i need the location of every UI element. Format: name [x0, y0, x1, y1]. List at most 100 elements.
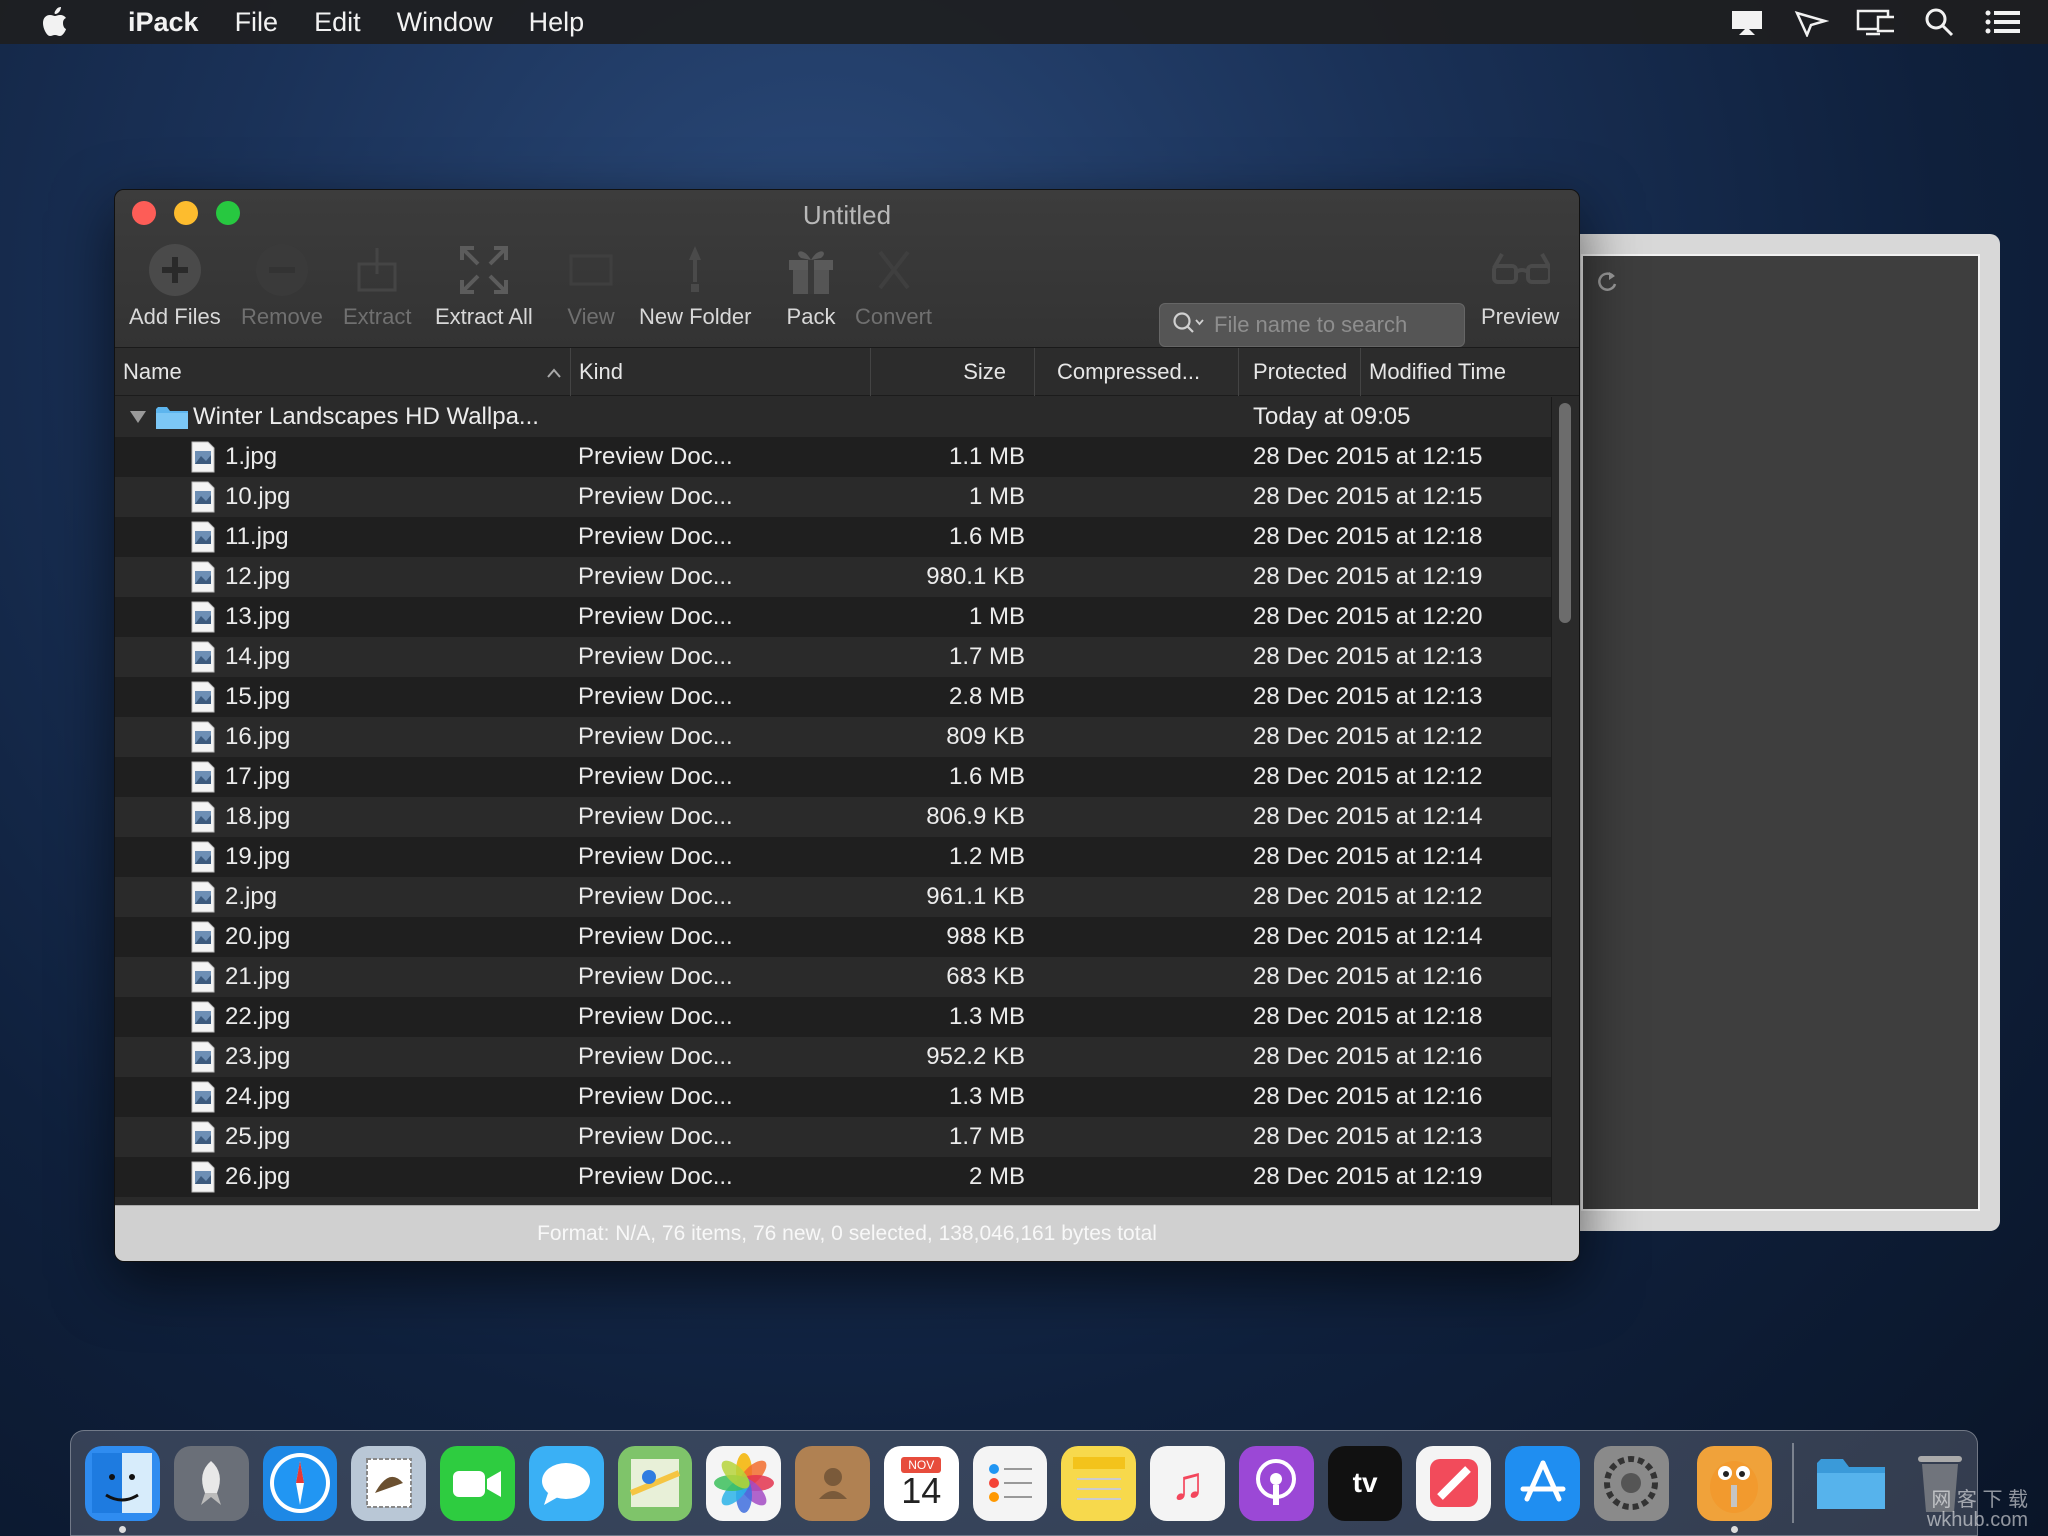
image-file-icon	[190, 637, 216, 677]
menu-app-name[interactable]: iPack	[110, 7, 217, 38]
finder-icon[interactable]	[85, 1445, 160, 1533]
extract-button[interactable]: Extract	[343, 242, 411, 330]
notification-center-icon[interactable]	[1984, 7, 2022, 37]
file-row[interactable]: 10.jpg Preview Doc... 1 MB 28 Dec 2015 at 1…	[115, 477, 1551, 517]
file-name: 11.jpg	[225, 523, 289, 550]
downloads-folder-icon[interactable]	[1814, 1446, 1889, 1521]
photos-icon[interactable]	[706, 1445, 782, 1521]
file-modified: 28 Dec 2015 at 12:15	[1253, 483, 1483, 510]
folder-row[interactable]: Winter Landscapes HD Wallpa... Today at …	[115, 397, 1551, 437]
safari-icon[interactable]	[262, 1445, 338, 1521]
add-files-button[interactable]: Add Files	[129, 242, 221, 330]
pack-button[interactable]: Pack	[781, 242, 841, 330]
tv-label: tv	[1352, 1467, 1378, 1498]
airplay-icon[interactable]	[1792, 7, 1830, 37]
new-folder-button[interactable]: New Folder	[639, 242, 751, 330]
file-list: Winter Landscapes HD Wallpa... Today at …	[115, 397, 1551, 1207]
file-row[interactable]: 15.jpg Preview Doc... 2.8 MB 28 Dec 2015 at…	[115, 677, 1551, 717]
running-indicator	[1730, 1525, 1738, 1533]
file-modified: 28 Dec 2015 at 12:15	[1253, 443, 1483, 470]
apple-menu-icon[interactable]	[0, 7, 110, 37]
column-modified-time[interactable]: Modified Time	[1361, 348, 1579, 396]
file-size: 980.1 KB	[926, 563, 1025, 590]
apple-tv-icon[interactable]: tv	[1327, 1445, 1403, 1521]
menu-window[interactable]: Window	[379, 7, 511, 38]
search-input[interactable]	[1214, 312, 1454, 338]
file-name: 24.jpg	[225, 1083, 291, 1110]
file-name: 10.jpg	[225, 483, 291, 510]
file-row[interactable]: 17.jpg Preview Doc... 1.6 MB 28 Dec 2015 at…	[115, 757, 1551, 797]
menu-edit[interactable]: Edit	[296, 7, 379, 38]
file-row[interactable]: 23.jpg Preview Doc... 952.2 KB 28 Dec 2015 …	[115, 1037, 1551, 1077]
dock-separator	[1791, 1443, 1794, 1523]
extract-all-button[interactable]: Extract All	[435, 242, 533, 330]
image-file-icon	[190, 517, 216, 557]
file-modified: 28 Dec 2015 at 12:16	[1253, 963, 1483, 990]
spotlight-search-icon[interactable]	[1920, 7, 1958, 37]
folder-modified: Today at 09:05	[1253, 403, 1411, 430]
ipack-icon[interactable]	[1696, 1445, 1772, 1533]
menu-file[interactable]: File	[217, 7, 297, 38]
display-icon[interactable]	[1728, 7, 1766, 37]
calendar-icon[interactable]: NOV 14	[883, 1445, 959, 1521]
notes-icon[interactable]	[1061, 1445, 1137, 1521]
preview-button[interactable]: Preview	[1481, 242, 1559, 330]
file-row[interactable]: 2.jpg Preview Doc... 961.1 KB 28 Dec 2015 a…	[115, 877, 1551, 917]
column-compressed[interactable]: Compressed...	[1035, 348, 1239, 396]
system-preferences-icon[interactable]	[1594, 1445, 1669, 1521]
messages-icon[interactable]	[528, 1445, 604, 1521]
view-button[interactable]: View	[561, 242, 621, 330]
image-file-icon	[190, 757, 216, 797]
file-modified: 28 Dec 2015 at 12:14	[1253, 803, 1483, 830]
file-row[interactable]: 20.jpg Preview Doc... 988 KB 28 Dec 2015 at…	[115, 917, 1551, 957]
file-name: 25.jpg	[225, 1123, 291, 1150]
column-size[interactable]: Size	[871, 348, 1035, 396]
column-name[interactable]: Name	[115, 348, 571, 396]
facetime-icon[interactable]	[440, 1445, 515, 1521]
file-row[interactable]: 13.jpg Preview Doc... 1 MB 28 Dec 2015 at 1…	[115, 597, 1551, 637]
file-row[interactable]: 12.jpg Preview Doc... 980.1 KB 28 Dec 2015 …	[115, 557, 1551, 597]
folder-name: Winter Landscapes HD Wallpa...	[193, 403, 539, 430]
search-field[interactable]	[1159, 303, 1465, 347]
file-row[interactable]: 16.jpg Preview Doc... 809 KB 28 Dec 2015 at…	[115, 717, 1551, 757]
file-name: 22.jpg	[225, 1003, 291, 1030]
convert-button[interactable]: Convert	[855, 242, 932, 330]
file-modified: 28 Dec 2015 at 12:14	[1253, 923, 1483, 950]
remove-button[interactable]: Remove	[241, 242, 323, 330]
file-row[interactable]: 25.jpg Preview Doc... 1.7 MB 28 Dec 2015 at…	[115, 1117, 1551, 1157]
menu-help[interactable]: Help	[511, 7, 603, 38]
music-icon[interactable]: ♫	[1150, 1445, 1225, 1521]
file-name: 15.jpg	[225, 683, 291, 710]
maps-icon[interactable]	[617, 1445, 693, 1521]
file-row[interactable]: 14.jpg Preview Doc... 1.7 MB 28 Dec 2015 at…	[115, 637, 1551, 677]
file-row[interactable]: 19.jpg Preview Doc... 1.2 MB 28 Dec 2015 at…	[115, 837, 1551, 877]
contacts-icon[interactable]	[795, 1445, 870, 1521]
column-protected[interactable]: Protected	[1239, 348, 1361, 396]
file-modified: 28 Dec 2015 at 12:13	[1253, 683, 1483, 710]
scrollbar-thumb[interactable]	[1559, 403, 1571, 623]
toolbar: Add Files Remove Extract Extract All Vie…	[115, 242, 1579, 347]
news-icon[interactable]	[1416, 1445, 1492, 1521]
app-store-icon[interactable]	[1505, 1445, 1581, 1521]
mail-icon[interactable]	[351, 1445, 427, 1521]
minus-circle-icon	[252, 242, 312, 298]
column-kind[interactable]: Kind	[571, 348, 871, 396]
window-title: Untitled	[802, 200, 892, 230]
dock: NOV 14 ♫ tv	[70, 1430, 1978, 1536]
calendar-day: 14	[901, 1470, 942, 1511]
reminders-icon[interactable]	[972, 1445, 1048, 1521]
refresh-icon[interactable]	[1595, 270, 1619, 299]
file-row[interactable]: 11.jpg Preview Doc... 1.6 MB 28 Dec 2015 at…	[115, 517, 1551, 557]
file-row[interactable]: 1.jpg Preview Doc... 1.1 MB 28 Dec 2015 at …	[115, 437, 1551, 477]
podcasts-icon[interactable]	[1238, 1445, 1314, 1521]
file-row[interactable]: 21.jpg Preview Doc... 683 KB 28 Dec 2015 at…	[115, 957, 1551, 997]
screen-mirroring-icon[interactable]	[1856, 7, 1894, 37]
file-row[interactable]: 22.jpg Preview Doc... 1.3 MB 28 Dec 2015 at…	[115, 997, 1551, 1037]
file-row[interactable]: 18.jpg Preview Doc... 806.9 KB 28 Dec 2015 …	[115, 797, 1551, 837]
launchpad-icon[interactable]	[173, 1445, 249, 1521]
disclosure-triangle-icon[interactable]	[129, 397, 147, 437]
file-name: 12.jpg	[225, 563, 291, 590]
file-row[interactable]: 24.jpg Preview Doc... 1.3 MB 28 Dec 2015 at…	[115, 1077, 1551, 1117]
image-file-icon	[190, 677, 216, 717]
file-row[interactable]: 26.jpg Preview Doc... 2 MB 28 Dec 2015 at 1…	[115, 1157, 1551, 1197]
